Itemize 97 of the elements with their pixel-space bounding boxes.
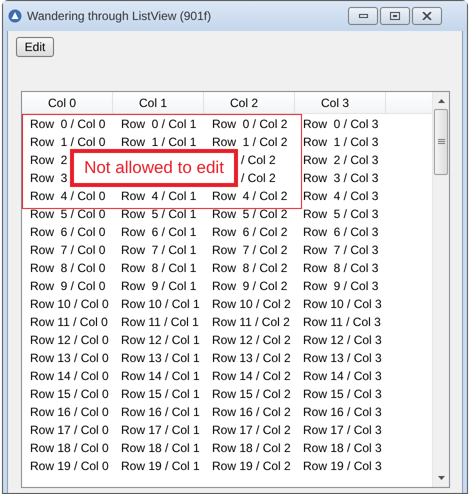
- column-header[interactable]: Col 3: [295, 92, 386, 114]
- column-header[interactable]: Col 0: [22, 92, 113, 114]
- table-cell: Row 15 / Col 1: [121, 387, 200, 401]
- table-cell: Row 8 / Col 3: [303, 261, 378, 275]
- table-cell: Row 1 / Col 3: [303, 135, 378, 149]
- scroll-up-icon[interactable]: [438, 99, 444, 103]
- table-cell: Row 2: [30, 153, 68, 167]
- callout: Not allowed to edit: [70, 149, 238, 187]
- scroll-thumb[interactable]: [434, 109, 448, 175]
- table-cell: Row 16 / Col 1: [121, 405, 200, 419]
- table-cell: Row 9 / Col 0: [30, 279, 106, 293]
- table-cell: Row 14 / Col 1: [121, 369, 200, 383]
- app-icon: [8, 9, 22, 23]
- table-cell: Row 4 / Col 0: [30, 189, 106, 203]
- table-cell: Row 5 / Col 1: [121, 207, 196, 221]
- table-cell: Row 9 / Col 2: [212, 279, 288, 293]
- table-cell: Row 16 / Col 2: [212, 405, 291, 419]
- table-cell: Row 10 / Col 1: [121, 297, 200, 311]
- table-cell: Row 4 / Col 2: [212, 189, 288, 203]
- maximize-icon: [390, 12, 400, 20]
- table-cell: Row 11 / Col 0: [30, 315, 108, 329]
- table-cell: Row 1 / Col 1: [121, 135, 196, 149]
- edit-button[interactable]: Edit: [16, 37, 54, 57]
- table-cell: Row 13 / Col 1: [121, 351, 200, 365]
- table-cell: Row 8 / Col 0: [30, 261, 106, 275]
- table-cell: Row 18 / Col 3: [303, 441, 382, 455]
- table-cell: Row 17 / Col 3: [303, 423, 382, 437]
- table-cell: Row 19 / Col 1: [121, 459, 200, 473]
- table-cell: Row 5 / Col 3: [303, 207, 378, 221]
- table-cell: Row 8 / Col 1: [121, 261, 196, 275]
- table-cell: Row 0 / Col 0: [30, 117, 106, 131]
- table-cell: Row 10 / Col 2: [212, 297, 291, 311]
- table-cell: Row 7 / Col 0: [30, 243, 106, 257]
- table-cell: Row 19 / Col 0: [30, 459, 109, 473]
- column-header[interactable]: Col 1: [113, 92, 204, 114]
- table-cell: Row 11 / Col 2: [212, 315, 290, 329]
- table-cell: Row 6 / Col 3: [303, 225, 378, 239]
- table-cell: Row 14 / Col 2: [212, 369, 291, 383]
- table-cell: Row 4 / Col 1: [121, 189, 196, 203]
- minimize-icon: [358, 14, 368, 18]
- table-cell: Row 17 / Col 2: [212, 423, 291, 437]
- scroll-down-icon[interactable]: [438, 476, 444, 480]
- table-cell: Row 3: [30, 171, 68, 185]
- table-cell: Row 7 / Col 1: [121, 243, 196, 257]
- table-cell: Row 16 / Col 0: [30, 405, 109, 419]
- table-cell: Row 16 / Col 3: [303, 405, 382, 419]
- table-cell: Row 0 / Col 3: [303, 117, 378, 131]
- table-cell: Row 0 / Col 2: [212, 117, 288, 131]
- table-cell: Row 19 / Col 3: [303, 459, 382, 473]
- table-cell: Row 13 / Col 3: [303, 351, 382, 365]
- table-cell: Row 15 / Col 3: [303, 387, 382, 401]
- table-cell: Row 6 / Col 1: [121, 225, 196, 239]
- table-cell: Row 12 / Col 2: [212, 333, 291, 347]
- table-cell: Row 9 / Col 1: [121, 279, 196, 293]
- table-cell: Row 18 / Col 1: [121, 441, 200, 455]
- table-cell: Row 13 / Col 2: [212, 351, 291, 365]
- table-cell: Row 9 / Col 3: [303, 279, 378, 293]
- column-header[interactable]: Col 2: [204, 92, 295, 114]
- table-cell: Row 14 / Col 3: [303, 369, 382, 383]
- table-cell: Row 11 / Col 3: [303, 315, 381, 329]
- table-cell: Row 4 / Col 3: [303, 189, 378, 203]
- table-cell: Row 12 / Col 1: [121, 333, 200, 347]
- table-cell: Row 15 / Col 2: [212, 387, 291, 401]
- close-icon: [422, 12, 432, 20]
- table-cell: / Col 2: [241, 171, 276, 185]
- table-cell: Row 8 / Col 2: [212, 261, 288, 275]
- scrollbar[interactable]: [432, 92, 449, 487]
- table-cell: Row 19 / Col 2: [212, 459, 291, 473]
- table-cell: Row 14 / Col 0: [30, 369, 109, 383]
- table-cell: Row 5 / Col 0: [30, 207, 106, 221]
- table-cell: Row 18 / Col 0: [30, 441, 109, 455]
- table-cell: Row 17 / Col 0: [30, 423, 109, 437]
- table-cell: Row 6 / Col 0: [30, 225, 106, 239]
- table-cell: Row 5 / Col 2: [212, 207, 288, 221]
- maximize-button[interactable]: [380, 7, 410, 25]
- table-cell: Row 3 / Col 3: [303, 171, 378, 185]
- table-cell: Row 12 / Col 0: [30, 333, 109, 347]
- table-cell: Row 0 / Col 1: [121, 117, 196, 131]
- table-cell: Row 11 / Col 1: [121, 315, 199, 329]
- table-cell: Row 7 / Col 3: [303, 243, 378, 257]
- table-cell: Row 10 / Col 0: [30, 297, 109, 311]
- table-cell: Row 13 / Col 0: [30, 351, 109, 365]
- minimize-button[interactable]: [348, 7, 378, 25]
- table-cell: Row 6 / Col 2: [212, 225, 288, 239]
- table-cell: Row 10 / Col 3: [303, 297, 382, 311]
- grip-icon: [438, 139, 444, 145]
- table-cell: Row 12 / Col 3: [303, 333, 382, 347]
- table-cell: Row 17 / Col 1: [121, 423, 200, 437]
- table-cell: / Col 2: [241, 153, 276, 167]
- table-cell: Row 15 / Col 0: [30, 387, 109, 401]
- table-cell: Row 1 / Col 0: [30, 135, 106, 149]
- table-cell: Row 1 / Col 2: [212, 135, 288, 149]
- table-cell: Row 18 / Col 2: [212, 441, 291, 455]
- table-cell: Row 7 / Col 2: [212, 243, 288, 257]
- table-cell: Row 2 / Col 3: [303, 153, 378, 167]
- window-title: Wandering through ListView (901f): [27, 8, 212, 25]
- close-button[interactable]: [412, 7, 442, 25]
